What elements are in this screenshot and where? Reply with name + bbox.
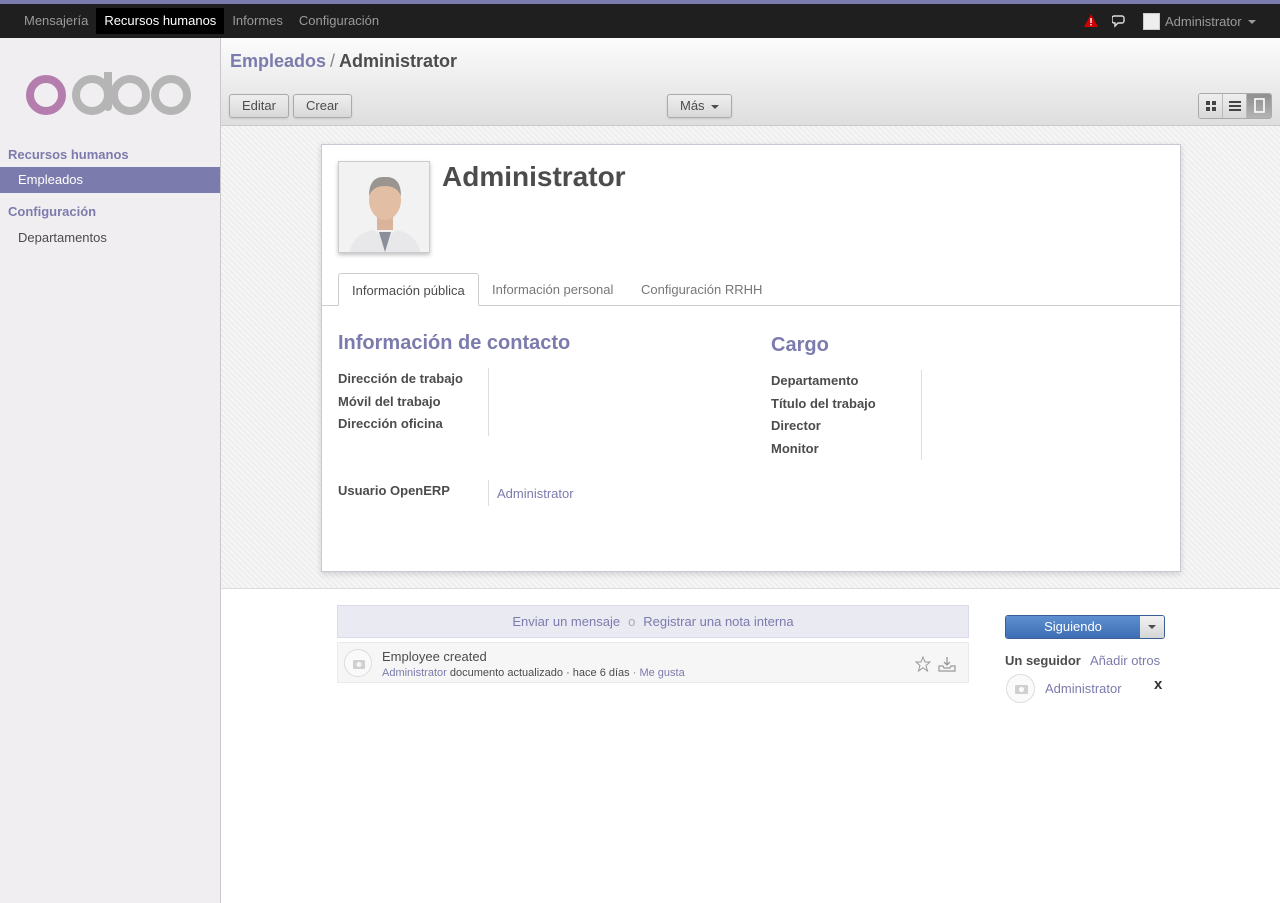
coach-label: Monitor — [771, 441, 819, 456]
chevron-down-icon — [1148, 625, 1156, 629]
edit-button[interactable]: Editar — [229, 94, 289, 118]
tab-informacion-personal[interactable]: Información personal — [479, 273, 626, 306]
manager-label: Director — [771, 418, 821, 433]
list-view-icon[interactable] — [1223, 94, 1247, 118]
chevron-down-icon — [1248, 20, 1256, 24]
view-switcher — [1198, 93, 1272, 119]
top-navbar: Mensajería Recursos humanos Informes Con… — [0, 0, 1280, 38]
menu-recursos-humanos[interactable]: Recursos humanos — [96, 8, 225, 34]
message-author[interactable]: Administrator — [382, 667, 447, 679]
employee-photo[interactable] — [338, 161, 430, 253]
left-sidebar: Recursos humanos Empleados Configuración… — [0, 38, 221, 903]
chevron-down-icon — [711, 104, 720, 109]
tab-informacion-publica[interactable]: Información pública — [338, 273, 479, 306]
log-note-link[interactable]: Registrar una nota interna — [643, 614, 793, 629]
followers-count: Un seguidor — [1005, 653, 1081, 668]
chatter-compose-bar: Enviar un mensaje o Registrar una nota int… — [337, 605, 969, 638]
chat-icon[interactable] — [1112, 14, 1126, 28]
main-menu: Mensajería Recursos humanos Informes Con… — [16, 4, 387, 38]
breadcrumb-separator: / — [330, 51, 336, 71]
sidebar-section-configuracion: Configuración — [8, 204, 97, 219]
more-label: Más — [680, 98, 705, 113]
user-menu[interactable]: Administrator — [1143, 13, 1263, 31]
compose-separator: o — [628, 614, 636, 629]
download-icon[interactable] — [938, 655, 956, 672]
sidebar-section-recursos-humanos: Recursos humanos — [8, 147, 129, 162]
warning-icon[interactable] — [1084, 14, 1098, 27]
form-view-icon[interactable] — [1247, 94, 1271, 118]
user-name: Administrator — [1165, 14, 1242, 29]
employee-name: Administrator — [442, 161, 626, 192]
send-message-link[interactable]: Enviar un mensaje — [512, 614, 620, 629]
employee-form-sheet: Administrator Información pública Inform… — [321, 144, 1181, 572]
position-title: Cargo — [771, 334, 829, 356]
job-title-label: Título del trabajo — [771, 396, 876, 411]
message-meta: Administrator documento actualizado · ha… — [382, 667, 685, 679]
menu-configuracion[interactable]: Configuración — [291, 8, 387, 34]
message-action: documento actualizado — [449, 667, 563, 679]
message-body: Employee created — [382, 649, 487, 664]
follow-dropdown[interactable] — [1140, 616, 1164, 638]
add-followers-link[interactable]: Añadir otros — [1090, 653, 1160, 668]
openerp-user-link[interactable]: Administrator — [497, 486, 574, 501]
create-button[interactable]: Crear — [293, 94, 352, 118]
form-tabs: Información pública Información personal… — [322, 273, 1180, 306]
follow-label[interactable]: Siguiendo — [1006, 616, 1140, 638]
message-time: hace 6 días — [572, 667, 630, 679]
remove-follower-icon[interactable]: x — [1154, 676, 1162, 693]
view-header: Empleados / Administrator Editar Crear Más — [221, 38, 1280, 126]
breadcrumb-empleados[interactable]: Empleados — [230, 51, 326, 71]
kanban-view-icon[interactable] — [1199, 94, 1223, 118]
star-icon[interactable] — [915, 656, 931, 672]
menu-informes[interactable]: Informes — [224, 8, 291, 34]
sidebar-item-empleados[interactable]: Empleados — [0, 167, 220, 193]
chatter-message: Employee created Administrator documento… — [337, 642, 969, 683]
work-mobile-label: Móvil del trabajo — [338, 394, 441, 409]
user-avatar — [1143, 13, 1160, 30]
office-address-label: Dirección oficina — [338, 416, 443, 431]
odoo-logo — [26, 72, 191, 115]
contact-info-title: Información de contacto — [338, 332, 571, 354]
more-button[interactable]: Más — [667, 94, 733, 118]
field-divider — [921, 370, 922, 460]
follower-name[interactable]: Administrator — [1045, 681, 1122, 696]
breadcrumb: Empleados / Administrator — [230, 51, 457, 72]
department-label: Departamento — [771, 373, 859, 388]
field-divider — [488, 368, 489, 436]
like-link[interactable]: Me gusta — [639, 667, 684, 679]
tab-configuracion-rrhh[interactable]: Configuración RRHH — [628, 273, 775, 306]
menu-mensajeria[interactable]: Mensajería — [16, 8, 96, 34]
breadcrumb-current: Administrator — [339, 51, 458, 71]
work-address-label: Dirección de trabajo — [338, 371, 463, 386]
follower-avatar — [1006, 674, 1035, 703]
openerp-user-label: Usuario OpenERP — [338, 483, 450, 498]
sidebar-item-departamentos[interactable]: Departamentos — [0, 225, 220, 251]
follow-button[interactable]: Siguiendo — [1005, 615, 1165, 639]
author-avatar — [344, 649, 372, 677]
field-divider — [488, 480, 489, 506]
